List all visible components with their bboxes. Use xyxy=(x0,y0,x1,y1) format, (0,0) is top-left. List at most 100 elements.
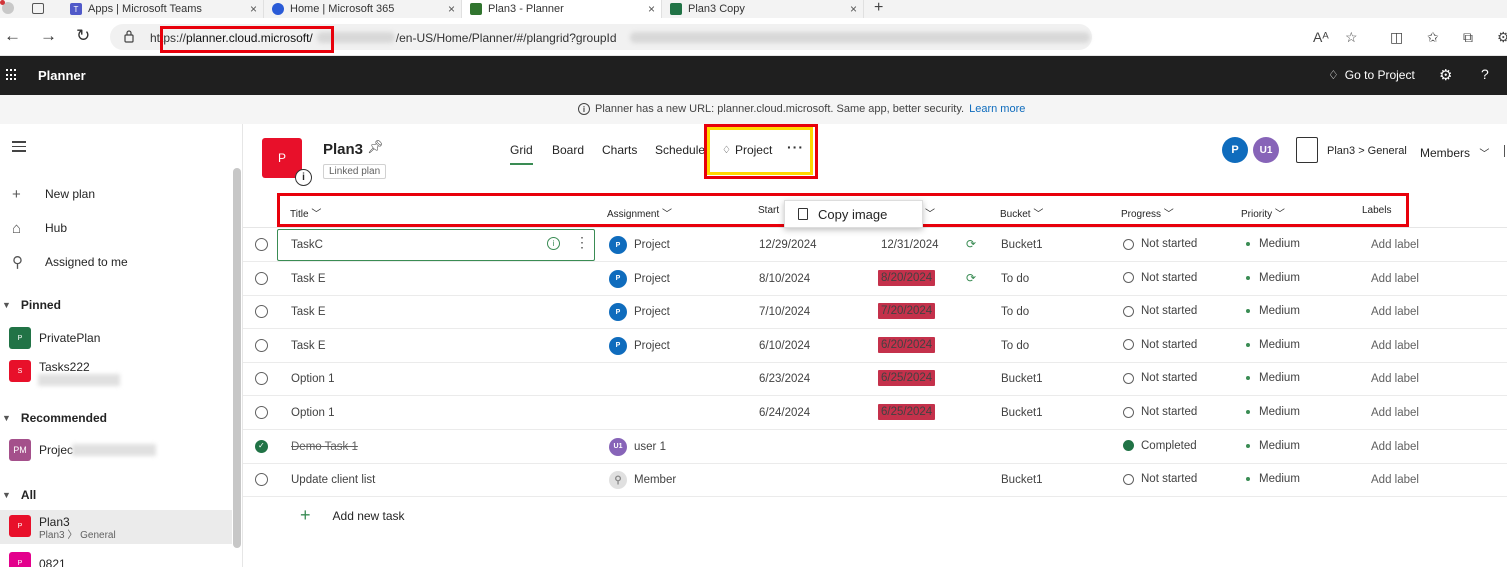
task-title[interactable]: Update client list xyxy=(291,474,375,486)
extensions-icon[interactable]: ⚙ xyxy=(1497,29,1507,46)
start-date[interactable]: 12/29/2024 xyxy=(759,239,817,251)
col-header-bucket[interactable]: Bucket ﹀ xyxy=(1000,205,1043,220)
tab-schedule[interactable]: Schedule xyxy=(655,143,705,157)
assignee-cell[interactable]: U1 user 1 xyxy=(609,437,666,456)
bucket[interactable]: To do xyxy=(1001,273,1029,285)
complete-checkbox[interactable] xyxy=(255,372,268,386)
favorite-star-icon[interactable]: ☆ xyxy=(1345,29,1358,46)
split-screen-icon[interactable]: ◫ xyxy=(1390,29,1403,46)
settings-gear-icon[interactable]: ⚙ xyxy=(1439,66,1452,84)
sidebar-plan-0821[interactable]: P 0821 xyxy=(0,552,232,567)
member-avatar[interactable]: P xyxy=(1222,137,1248,163)
close-icon[interactable]: × xyxy=(850,2,857,16)
priority-cell[interactable]: Medium xyxy=(1246,305,1300,317)
section-pinned[interactable]: ▼ Pinned xyxy=(0,298,61,312)
col-header-start[interactable]: Start xyxy=(758,205,779,216)
due-date[interactable]: 8/20/2024 xyxy=(878,269,936,286)
add-label[interactable]: Add label xyxy=(1371,441,1419,453)
table-row[interactable]: Update client list ⚲ Member Bucket1 Not star… xyxy=(243,463,1507,498)
section-all[interactable]: ▼ All xyxy=(0,488,36,502)
table-row[interactable]: Task E P Project 8/10/2024 8/20/2024 ⟳ To do No… xyxy=(243,262,1507,296)
bucket[interactable]: Bucket1 xyxy=(1001,407,1043,419)
task-info-icon[interactable]: i xyxy=(547,237,560,250)
tab-grid[interactable]: Grid xyxy=(510,143,533,165)
task-more-icon[interactable]: ⋮ xyxy=(575,234,589,251)
bucket[interactable]: Bucket1 xyxy=(1001,373,1043,385)
progress-cell[interactable]: Not started xyxy=(1123,473,1197,485)
app-launcher-icon[interactable] xyxy=(6,69,18,81)
learn-more-link[interactable]: Learn more xyxy=(969,103,1025,115)
table-row[interactable]: Demo Task 1 U1 user 1 Completed Medium Add la… xyxy=(243,430,1507,464)
start-date[interactable]: 6/24/2024 xyxy=(759,407,810,419)
task-title[interactable]: Option 1 xyxy=(291,407,334,419)
assignee-cell[interactable]: P Project xyxy=(609,303,670,322)
app-name[interactable]: Planner xyxy=(38,68,86,83)
close-icon[interactable]: × xyxy=(448,2,455,16)
priority-cell[interactable]: Medium xyxy=(1246,473,1300,485)
assignee-cell[interactable]: P Project xyxy=(609,236,670,254)
add-new-task-button[interactable]: + Add new task xyxy=(300,505,405,526)
tab-actions-icon[interactable] xyxy=(32,3,44,14)
add-label[interactable]: Add label xyxy=(1371,407,1419,419)
start-date[interactable]: 6/10/2024 xyxy=(759,340,810,352)
priority-cell[interactable]: Medium xyxy=(1246,406,1300,418)
complete-checkbox[interactable] xyxy=(255,338,268,352)
complete-checkbox[interactable] xyxy=(255,473,268,487)
back-arrow-icon[interactable]: ← xyxy=(4,27,21,45)
browser-tab-teams[interactable]: T Apps | Microsoft Teams × xyxy=(62,0,264,18)
col-header-priority[interactable]: Priority ﹀ xyxy=(1241,205,1285,220)
add-label[interactable]: Add label xyxy=(1371,340,1419,352)
complete-checkbox[interactable] xyxy=(255,271,268,285)
start-date[interactable]: 7/10/2024 xyxy=(759,306,810,318)
help-icon[interactable]: ? xyxy=(1481,66,1489,82)
add-label[interactable]: Add label xyxy=(1371,373,1419,385)
progress-cell[interactable]: Not started xyxy=(1123,372,1197,384)
add-label[interactable]: Add label xyxy=(1371,273,1419,285)
bucket[interactable]: To do xyxy=(1001,340,1029,352)
table-row[interactable]: Option 1 6/23/2024 6/25/2024 Bucket1 Not sta… xyxy=(243,362,1507,397)
plan-info-icon[interactable]: i xyxy=(295,169,312,186)
bucket[interactable]: Bucket1 xyxy=(1001,239,1043,251)
complete-checkbox[interactable] xyxy=(255,305,268,319)
hamburger-menu-icon[interactable] xyxy=(12,141,26,155)
task-title[interactable]: Option 1 xyxy=(291,373,334,385)
due-date[interactable]: 6/25/2024 xyxy=(878,404,936,420)
profile-icon[interactable] xyxy=(0,0,14,14)
plan-title[interactable]: Plan3 xyxy=(323,141,363,158)
progress-cell[interactable]: Completed xyxy=(1123,440,1197,452)
priority-cell[interactable]: Medium xyxy=(1246,372,1300,384)
member-avatar[interactable]: U1 xyxy=(1253,137,1279,163)
col-header-assignment[interactable]: Assignment ﹀ xyxy=(607,205,672,220)
sidebar-item-assigned-to-me[interactable]: ⚲ Assigned to me xyxy=(0,250,232,274)
complete-checkbox[interactable] xyxy=(255,238,268,251)
due-date[interactable]: 12/31/2024 xyxy=(881,239,939,251)
tab-charts[interactable]: Charts xyxy=(602,143,637,157)
assignee-cell[interactable]: P Project xyxy=(609,336,670,355)
progress-cell[interactable]: Not started xyxy=(1123,238,1197,250)
close-icon[interactable]: × xyxy=(250,2,257,16)
more-options-icon[interactable]: ··· xyxy=(787,139,804,155)
task-title[interactable]: Task E xyxy=(291,340,326,352)
due-date[interactable]: 7/20/2024 xyxy=(878,303,936,320)
progress-cell[interactable]: Not started xyxy=(1123,406,1197,418)
add-label[interactable]: Add label xyxy=(1371,474,1419,486)
assignee-cell[interactable]: ⚲ Member xyxy=(609,471,676,490)
bucket[interactable]: Bucket1 xyxy=(1001,474,1043,486)
go-to-project-button[interactable]: ♢ Go to Project xyxy=(1328,68,1415,82)
copy-image-menu-item[interactable]: Copy image xyxy=(784,200,923,228)
collections-icon[interactable]: ⧉ xyxy=(1463,29,1473,46)
members-button[interactable]: Members ﹀ xyxy=(1420,145,1489,160)
sidebar-plan-plan3[interactable]: P Plan3 Plan3 〉 General xyxy=(0,510,232,544)
priority-cell[interactable]: Medium xyxy=(1246,339,1300,351)
col-header-due-chevron[interactable]: ﹀ xyxy=(925,205,935,220)
tab-project[interactable]: ♢ Project xyxy=(722,143,772,157)
sidebar-item-hub[interactable]: ⌂ Hub xyxy=(0,216,232,240)
due-date[interactable]: 6/20/2024 xyxy=(878,336,936,353)
add-label[interactable]: Add label xyxy=(1371,239,1419,251)
task-title[interactable]: Task E xyxy=(291,273,326,285)
read-aloud-icon[interactable]: Aᴬ xyxy=(1313,29,1329,45)
complete-checkbox[interactable] xyxy=(255,406,268,419)
col-header-title[interactable]: Title ﹀ xyxy=(290,205,321,220)
add-label[interactable]: Add label xyxy=(1371,306,1419,318)
task-title[interactable]: Task E xyxy=(291,306,326,318)
